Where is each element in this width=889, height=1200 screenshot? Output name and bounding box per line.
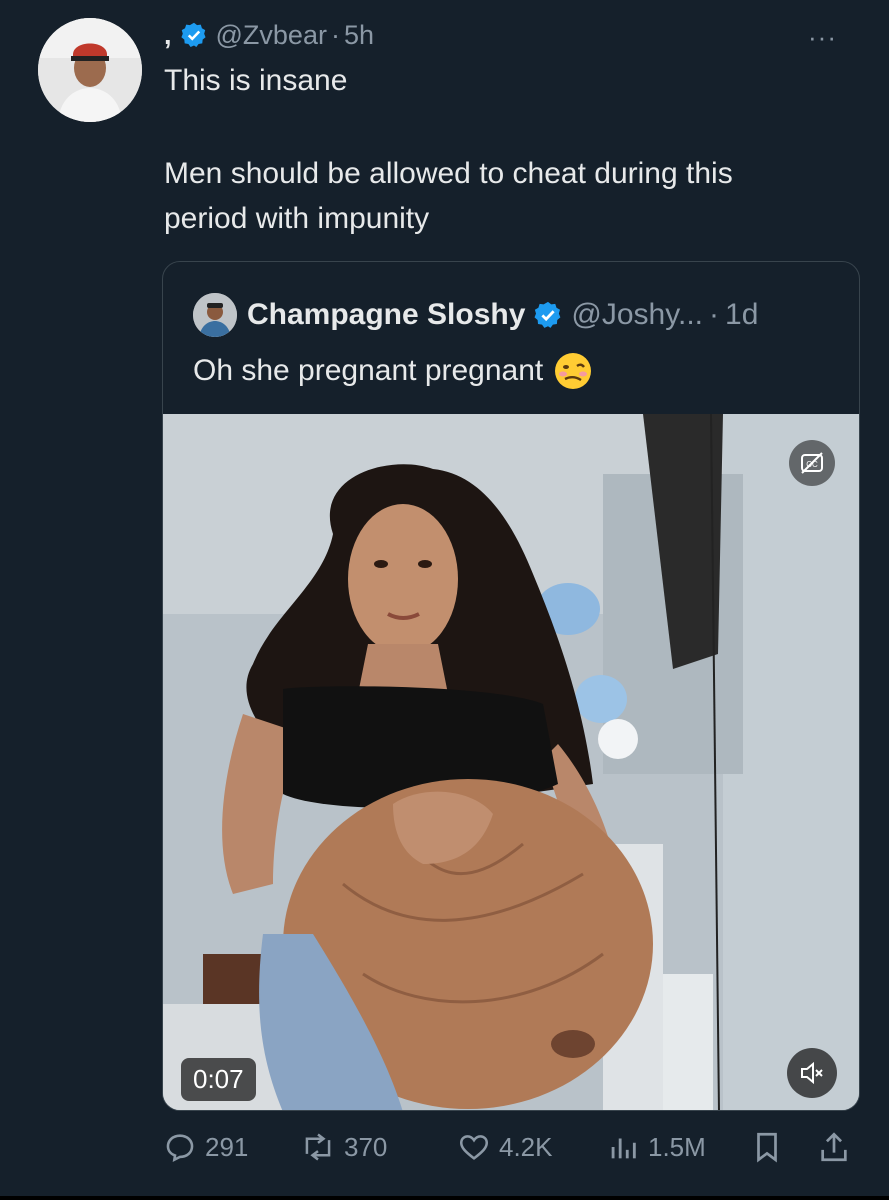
video-timestamp: 0:07 [181, 1058, 256, 1101]
tweet-actions-bar: 291 370 4.2K 1.5M [0, 1130, 889, 1170]
quoted-tweet-header: Champagne Sloshy @Joshy... · 1d [193, 292, 758, 338]
share-icon [821, 1132, 847, 1162]
video-player[interactable]: CC 0:07 [163, 414, 859, 1110]
bottom-edge [0, 1196, 889, 1200]
views-button[interactable]: 1.5M [606, 1130, 706, 1164]
unmute-button[interactable] [787, 1048, 837, 1098]
quoted-tweet-time[interactable]: 1d [725, 298, 758, 332]
analytics-icon [611, 1138, 636, 1159]
verified-badge-icon [534, 301, 561, 328]
repost-icon [305, 1133, 331, 1161]
reply-button[interactable]: 291 [163, 1130, 248, 1164]
tweet-text-line-3: period with impunity [164, 202, 430, 235]
woozy-face-icon [555, 353, 592, 389]
more-options-button[interactable]: ··· [808, 22, 837, 53]
heart-icon [459, 1135, 489, 1160]
reply-icon [166, 1134, 194, 1163]
like-button[interactable]: 4.2K [457, 1130, 553, 1164]
captions-toggle-button[interactable]: CC [789, 440, 835, 486]
verified-badge-icon [180, 22, 206, 48]
tweet-text-line-2: Men should be allowed to cheat during th… [164, 157, 733, 190]
quoted-tweet-text: Oh she pregnant pregnant [193, 354, 544, 387]
separator: · [330, 19, 340, 50]
separator: · [709, 298, 720, 331]
video-frame [163, 414, 859, 1110]
view-count: 1.5M [648, 1131, 706, 1162]
tweet-header: , @Zvbear · 5h [164, 18, 374, 52]
repost-count: 370 [344, 1131, 388, 1162]
quoted-tweet-text-row: Oh she pregnant pregnant [193, 350, 593, 392]
like-count: 4.2K [499, 1131, 553, 1162]
bookmark-button[interactable] [752, 1130, 790, 1164]
repost-button[interactable]: 370 [300, 1130, 387, 1164]
quoted-tweet[interactable]: Champagne Sloshy @Joshy... · 1d Oh she p… [162, 261, 860, 1111]
quoted-author-avatar[interactable] [193, 293, 237, 337]
quoted-author-name[interactable]: Champagne Sloshy [247, 298, 525, 332]
author-name[interactable]: , [164, 20, 172, 51]
author-avatar[interactable] [38, 18, 142, 122]
muted-speaker-icon [801, 1061, 823, 1085]
bookmark-icon [757, 1132, 777, 1163]
tweet-text-line-1: This is insane [164, 64, 348, 97]
share-button[interactable] [818, 1130, 858, 1164]
author-handle[interactable]: @Zvbear [216, 20, 327, 51]
captions-off-icon: CC [801, 452, 823, 474]
reply-count: 291 [205, 1131, 249, 1162]
tweet-time[interactable]: 5h [344, 20, 374, 51]
quoted-author-handle[interactable]: @Joshy... [571, 298, 703, 332]
